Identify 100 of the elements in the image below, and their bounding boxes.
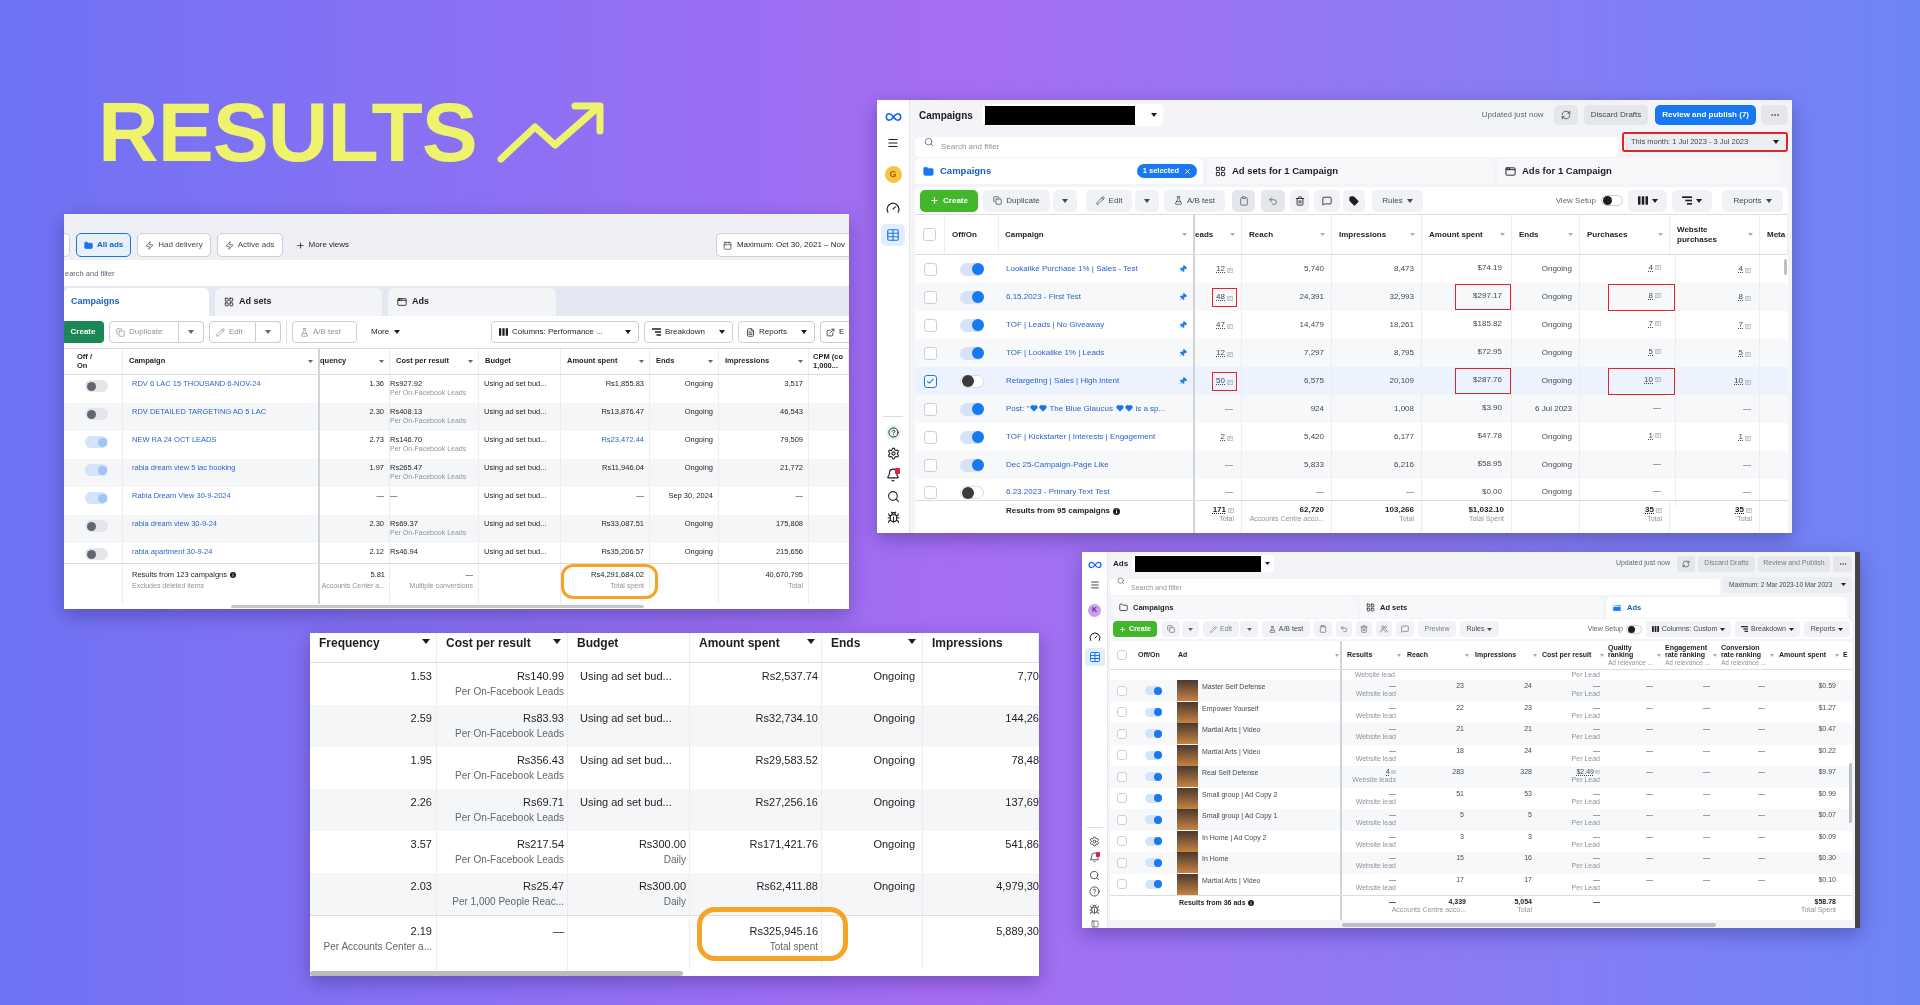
column-header[interactable]: Purchases — [1580, 215, 1670, 254]
view-button[interactable]: Had delivery — [137, 233, 211, 257]
table-icon[interactable] — [1084, 648, 1105, 666]
column-header[interactable]: Ends — [1512, 215, 1580, 254]
column-header[interactable]: Impressions — [1332, 215, 1422, 254]
reports-button[interactable]: Reports — [738, 321, 815, 343]
column-header[interactable]: eads — [1195, 215, 1242, 254]
date-range-button[interactable]: Maximum: Oct 30, 2021 – Nov — [715, 233, 849, 257]
toggle-switch[interactable] — [1145, 836, 1162, 846]
rules-button[interactable]: Rules — [1372, 189, 1423, 212]
toggle-switch[interactable] — [1145, 686, 1162, 696]
horizontal-scrollbar[interactable] — [310, 970, 683, 976]
notification-bell-icon[interactable] — [886, 468, 900, 482]
view-button[interactable]: More views — [288, 233, 357, 257]
toggle-switch[interactable] — [1626, 624, 1642, 634]
column-header[interactable]: Amount spent — [690, 633, 822, 662]
vertical-scrollbar[interactable] — [1784, 259, 1787, 275]
toggle-switch[interactable] — [1145, 707, 1162, 717]
toggle-switch[interactable] — [960, 374, 984, 388]
toggle-switch[interactable] — [960, 458, 984, 472]
campaign-link[interactable]: Lookalike Purchase 1% | Sales - Test — [1006, 263, 1138, 275]
toggle-switch[interactable] — [960, 262, 984, 276]
dropdown-button[interactable] — [1135, 189, 1159, 212]
tab[interactable]: Ad sets — [215, 288, 382, 316]
column-header[interactable]: Website purchases — [1670, 215, 1760, 254]
breakdown-button[interactable]: Breakdown — [644, 321, 733, 343]
toggle-switch[interactable] — [1601, 195, 1623, 206]
people-icon[interactable] — [1376, 621, 1392, 637]
tag-icon[interactable] — [1343, 189, 1365, 212]
campaign-link[interactable]: 6.15.2023 - First Test — [1006, 291, 1081, 303]
comment-icon[interactable] — [1314, 189, 1340, 212]
dropdown-button[interactable] — [1182, 621, 1199, 637]
view-button[interactable]: All ads — [76, 233, 132, 257]
campaign-link[interactable]: TOF | Lookalike 1% | Leads — [1006, 347, 1105, 359]
column-header[interactable]: Impressions — [923, 633, 1039, 662]
column-header[interactable]: Frequency — [310, 633, 437, 662]
more-icon[interactable] — [1833, 555, 1852, 572]
column-header[interactable]: Budget — [568, 633, 690, 662]
toggle-switch[interactable] — [960, 486, 984, 499]
toggle-switch[interactable] — [960, 318, 984, 332]
campaign-link[interactable]: TOF | Leads | No Giveaway — [1006, 319, 1105, 331]
dropdown-button[interactable] — [1053, 189, 1077, 212]
column-header[interactable]: Cost per result — [437, 633, 568, 662]
toggle-switch[interactable] — [960, 402, 984, 416]
select-all-checkbox[interactable] — [1116, 650, 1127, 660]
discard-drafts-button[interactable]: Discard Drafts — [1583, 105, 1649, 125]
tab[interactable]: Ads for 1 Campaign — [1497, 158, 1780, 184]
toggle-switch[interactable] — [1145, 793, 1162, 803]
columns-button[interactable] — [1628, 189, 1667, 212]
more-icon[interactable] — [1761, 105, 1788, 125]
toggle-switch[interactable] — [1145, 729, 1162, 739]
undo-icon[interactable] — [1261, 189, 1285, 212]
search-field[interactable]: Search and filter — [915, 136, 1618, 157]
toggle-switch[interactable] — [1145, 772, 1162, 782]
table-icon[interactable] — [881, 224, 905, 246]
campaign-link[interactable]: TOF | Kickstarter | Interests | Engagement — [1006, 431, 1156, 443]
toggle-switch[interactable] — [85, 436, 108, 448]
toggle-switch[interactable] — [1145, 815, 1162, 825]
view-button[interactable]: Active ads — [216, 233, 283, 257]
toggle-switch[interactable] — [960, 346, 984, 360]
reports-button[interactable]: Reports — [1722, 189, 1783, 212]
toggle-switch[interactable] — [1145, 879, 1162, 889]
refresh-icon[interactable] — [1553, 105, 1578, 125]
more-button[interactable]: More — [365, 321, 407, 343]
toggle-switch[interactable] — [960, 290, 984, 304]
column-header[interactable]: Campaign — [999, 215, 1195, 254]
edit-button[interactable]: Edit — [1086, 189, 1132, 212]
dropdown-button[interactable] — [1240, 621, 1258, 637]
toggle-switch[interactable] — [1145, 858, 1162, 868]
refresh-icon[interactable] — [1677, 555, 1695, 572]
horizontal-scrollbar[interactable] — [1342, 923, 1716, 927]
publish-button[interactable]: Review and publish (7) — [1655, 105, 1756, 125]
breakdown-button[interactable] — [1672, 189, 1712, 212]
tab[interactable]: Campaigns — [64, 288, 209, 316]
create-button[interactable]: Create — [64, 321, 104, 343]
tab[interactable]: Ad sets for 1 Campaign — [1207, 158, 1493, 184]
campaign-link[interactable]: Retargeting | Sales | High Intent — [1006, 375, 1120, 387]
undo-icon[interactable] — [1336, 621, 1352, 637]
toggle-switch[interactable] — [85, 380, 108, 392]
campaign-link[interactable]: Post: " The Blue Glaucus is a sp... — [1006, 403, 1166, 415]
ab-test-button[interactable]: A/B test — [1164, 189, 1225, 212]
dropdown-button[interactable] — [179, 321, 204, 343]
copy-icon[interactable] — [1162, 621, 1180, 637]
toggle-switch[interactable] — [85, 492, 108, 504]
clipboard-icon[interactable] — [1314, 621, 1332, 637]
toggle-switch[interactable] — [85, 408, 108, 420]
toggle-switch[interactable] — [960, 430, 984, 444]
column-header[interactable]: Amount spent — [1422, 215, 1512, 254]
column-header[interactable]: Off/On — [945, 215, 999, 254]
toggle-switch[interactable] — [85, 548, 108, 560]
horizontal-scrollbar[interactable] — [231, 605, 644, 608]
help-icon[interactable] — [885, 425, 901, 440]
campaign-link[interactable]: Dec 25-Campaign-Page Like — [1006, 459, 1109, 471]
toggle-switch[interactable] — [85, 464, 108, 476]
vertical-scrollbar[interactable] — [1849, 763, 1852, 823]
column-header[interactable]: Meta — [1760, 215, 1788, 254]
column-header[interactable]: Reach — [1242, 215, 1332, 254]
comment-icon[interactable] — [1396, 621, 1414, 637]
trash-icon[interactable] — [1290, 189, 1309, 212]
toggle-switch[interactable] — [85, 520, 108, 532]
